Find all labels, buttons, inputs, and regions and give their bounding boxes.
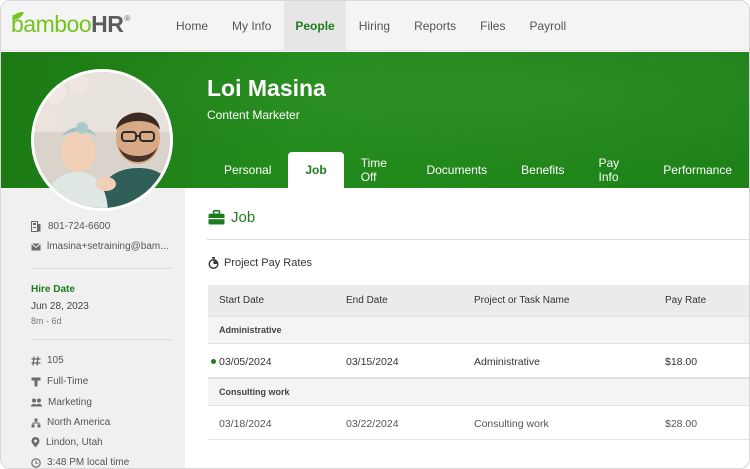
sidebar-email[interactable]: lmasina+setraining@bam... <box>31 241 169 252</box>
nav-item-files[interactable]: Files <box>469 1 516 50</box>
sidebar-divider <box>31 268 172 269</box>
nav-item-reports[interactable]: Reports <box>403 1 467 50</box>
cell-start-date: 03/05/2024 <box>219 355 272 368</box>
employee-job-title: Content Marketer <box>207 108 300 122</box>
page-title: Job <box>208 209 255 226</box>
employee-name: Loi Masina <box>207 75 326 101</box>
section-title-project-pay-rates: Project Pay Rates <box>208 257 312 269</box>
employment-type: Full-Time <box>47 376 89 387</box>
sidebar-local-time: 3:48 PM local time <box>31 457 129 468</box>
phone-number: 801-724-6600 <box>48 221 111 232</box>
location-pin-icon <box>31 437 40 448</box>
logo-wordmark: bambooHR <box>11 11 124 37</box>
app-window: bambooHR ® Home My Info People Hiring Re… <box>0 0 750 469</box>
sidebar-divider <box>31 339 172 340</box>
department: Marketing <box>48 397 92 408</box>
nav-item-my-info[interactable]: My Info <box>221 1 282 50</box>
column-header-project-name[interactable]: Project or Task Name <box>474 285 569 316</box>
email-icon <box>31 242 41 250</box>
phone-icon <box>31 221 41 232</box>
tab-job[interactable]: Job <box>288 152 344 188</box>
hire-date-value: Jun 28, 2023 <box>31 301 89 312</box>
clock-icon <box>31 457 41 468</box>
table-row[interactable]: 03/05/2024 03/15/2024 Administrative $18… <box>208 343 749 378</box>
nav-item-people[interactable]: People <box>284 1 346 50</box>
sidebar-division: North America <box>31 417 110 428</box>
column-header-pay-rate[interactable]: Pay Rate <box>665 285 706 316</box>
leaf-icon <box>12 12 24 20</box>
nav-item-home[interactable]: Home <box>165 1 219 50</box>
tab-personal[interactable]: Personal <box>207 152 288 188</box>
column-header-start-date[interactable]: Start Date <box>219 285 264 316</box>
bamboohr-logo[interactable]: bambooHR ® <box>11 11 130 37</box>
division: North America <box>47 417 111 428</box>
nav-item-payroll[interactable]: Payroll <box>518 1 577 50</box>
people-icon <box>31 398 42 407</box>
org-chart-icon <box>31 418 41 427</box>
table-row[interactable]: 03/18/2024 03/22/2024 Consulting work $2… <box>208 405 749 440</box>
sidebar-location: Lindon, Utah <box>31 437 103 448</box>
row-indicator-dot <box>211 359 216 364</box>
cell-end-date: 03/15/2024 <box>346 355 399 368</box>
nav-item-hiring[interactable]: Hiring <box>348 1 401 50</box>
table-group-header: Administrative <box>208 316 749 343</box>
sidebar-employment-type: Full-Time <box>31 376 88 387</box>
tab-performance[interactable]: Performance <box>646 152 749 188</box>
page-title-text: Job <box>231 209 256 226</box>
cell-start-date: 03/18/2024 <box>219 417 272 430</box>
briefcase-icon <box>208 210 225 225</box>
table-group-header: Consulting work <box>208 378 749 405</box>
tab-benefits[interactable]: Benefits <box>504 152 581 188</box>
main-nav: Home My Info People Hiring Reports Files… <box>165 1 579 50</box>
local-time: 3:48 PM local time <box>47 457 130 468</box>
cell-project-name: Administrative <box>474 355 540 368</box>
cell-end-date: 03/22/2024 <box>346 417 399 430</box>
location: Lindon, Utah <box>46 437 103 448</box>
tab-time-off[interactable]: Time Off <box>344 152 410 188</box>
sidebar-phone[interactable]: 801-724-6600 <box>31 221 110 232</box>
top-navigation: bambooHR ® Home My Info People Hiring Re… <box>1 1 749 51</box>
hash-icon <box>31 355 41 366</box>
logo-registered-mark: ® <box>124 14 131 23</box>
email-address: lmasina+setraining@bam... <box>47 241 169 252</box>
employee-number: 105 <box>47 355 64 366</box>
tab-documents[interactable]: Documents <box>409 152 504 188</box>
profile-tabs: Personal Job Time Off Documents Benefits… <box>207 152 749 188</box>
column-header-end-date[interactable]: End Date <box>346 285 388 316</box>
sidebar-employee-number: 105 <box>31 355 64 366</box>
tenure-duration: 8m - 6d <box>31 316 62 326</box>
section-title-text: Project Pay Rates <box>224 257 313 269</box>
cell-pay-rate: $28.00 <box>665 417 698 430</box>
stopwatch-icon <box>208 257 219 269</box>
table-header-row: Start Date End Date Project or Task Name… <box>208 285 749 316</box>
sidebar-department: Marketing <box>31 397 92 408</box>
title-divider <box>207 239 749 240</box>
cell-pay-rate: $18.00 <box>665 355 698 368</box>
avatar[interactable] <box>31 69 173 211</box>
employment-type-icon <box>31 377 41 386</box>
cell-project-name: Consulting work <box>474 417 549 430</box>
tab-pay-info[interactable]: Pay Info <box>582 152 647 188</box>
avatar-photo <box>34 72 170 208</box>
hire-date-label: Hire Date <box>31 284 75 295</box>
